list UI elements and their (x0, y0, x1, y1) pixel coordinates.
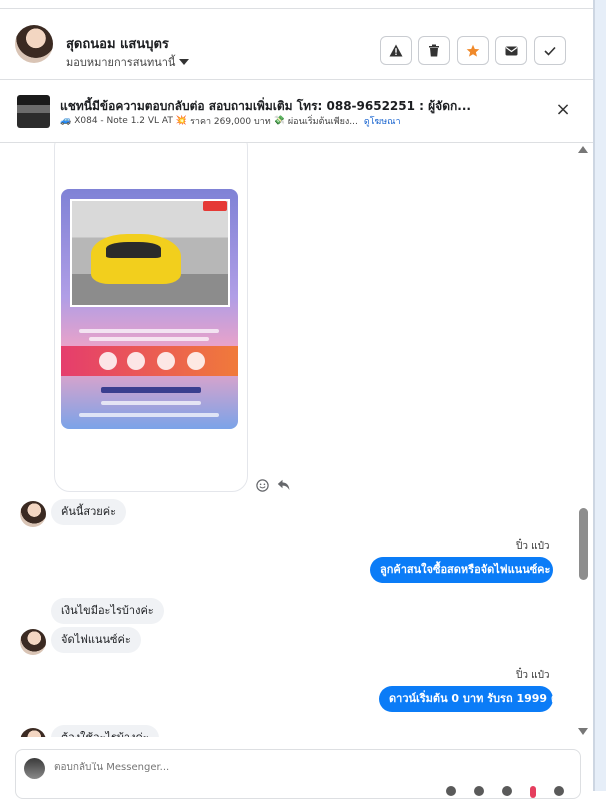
star-icon (466, 44, 480, 57)
mark-unread-button[interactable] (495, 36, 527, 65)
assign-conversation-dropdown[interactable]: มอบหมายการสนทนานี้ (66, 53, 190, 71)
car-ad-image[interactable] (61, 189, 238, 429)
scroll-up-arrow-icon[interactable] (578, 146, 588, 153)
banner-details: 🚙 X084 - Note 1.2 VL AT 💥 ราคา 269,000 บ… (60, 114, 401, 128)
reply-input[interactable] (54, 762, 454, 773)
poster-countdown (187, 352, 205, 370)
like-icon[interactable] (530, 786, 536, 798)
poster-band (61, 346, 238, 376)
emoji-icon[interactable] (474, 786, 484, 796)
customer-avatar (20, 728, 46, 737)
check-icon (544, 46, 556, 56)
thread-scrollbar-thumb[interactable] (579, 508, 588, 580)
sender-name: ปิ๋ว แป๋ว (516, 541, 550, 552)
ad-context-banner: แชทนี้มีข้อความตอบกลับต่อ สอบถามเพิ่มเติ… (0, 80, 593, 143)
reply-composer (15, 749, 581, 799)
page-scroll-track (593, 0, 606, 791)
sender-name: ปิ๋ว แป๋ว (516, 670, 550, 681)
scroll-down-arrow-icon[interactable] (578, 728, 588, 735)
banner-price: ราคา 269,000 บาท (190, 117, 271, 127)
view-ad-link[interactable]: ดูโฆษณา (364, 114, 401, 128)
more-icon[interactable] (554, 786, 564, 796)
assign-label: มอบหมายการสนทนานี้ (66, 56, 176, 69)
message-bubble-incoming[interactable]: คันนี้สวยค่ะ (51, 499, 126, 525)
page-scroll-edge (593, 0, 595, 791)
message-thread[interactable]: คันนี้สวยค่ะ ปิ๋ว แป๋ว ลูกค้าสนใจซื้อสดห… (0, 143, 578, 737)
ad-thumbnail[interactable] (17, 95, 50, 128)
poster-line (79, 413, 219, 417)
attachment-icon[interactable] (446, 786, 456, 796)
mark-spam-button[interactable] (380, 36, 412, 65)
close-icon[interactable]: × (554, 101, 572, 119)
conversation-header: สุดถนอม แสนบุตร มอบหมายการสนทนานี้ (0, 8, 593, 80)
poster-model-bar (101, 387, 201, 393)
poster-countdown (157, 352, 175, 370)
poster-line (79, 329, 219, 333)
delete-button[interactable] (418, 36, 450, 65)
gif-icon[interactable] (502, 786, 512, 796)
caret-down-icon (179, 59, 190, 65)
poster-line (89, 337, 209, 341)
page-avatar (24, 758, 45, 779)
installment-emoji: 💸 (273, 116, 285, 126)
customer-avatar (20, 501, 46, 527)
message-bubble-incoming[interactable]: ต้องใช้อะไรบ้างค่ะ (51, 725, 159, 737)
reply-icon[interactable] (277, 479, 290, 491)
customer-avatar (20, 629, 46, 655)
car-emoji: 🚙 (60, 116, 72, 126)
composer-tools (446, 786, 564, 798)
message-bubble-outgoing[interactable]: ดาวน์เริ่มต้น 0 บาท รับรถ 1999 ค่ะ (379, 686, 564, 712)
poster-tag (203, 201, 227, 211)
message-bubble-incoming[interactable]: จัดไฟแนนซ์ค่ะ (51, 627, 141, 653)
banner-installment: ผ่อนเริ่มต้นเพียง... (287, 117, 358, 127)
car-shape (91, 234, 181, 284)
price-emoji: 💥 (175, 116, 188, 126)
poster-countdown (99, 352, 117, 370)
poster-countdown (127, 352, 145, 370)
message-actions (256, 479, 290, 492)
mark-done-button[interactable] (534, 36, 566, 65)
contact-avatar[interactable] (15, 25, 53, 63)
mail-icon (505, 46, 517, 55)
warning-icon (389, 44, 403, 57)
contact-name[interactable]: สุดถนอม แสนบุตร (66, 33, 169, 54)
emoji-react-icon[interactable] (256, 479, 269, 492)
message-bubble-incoming[interactable]: เงินไขมีอะไรบ้างค่ะ (51, 598, 164, 624)
message-bubble-outgoing[interactable]: ลูกค้าสนใจซื้อสดหรือจัดไฟแนนซ์คะ (370, 557, 553, 583)
banner-car: X084 - Note 1.2 VL AT (74, 116, 173, 126)
trash-icon (429, 44, 439, 57)
poster-line (101, 401, 201, 405)
star-button[interactable] (457, 36, 489, 65)
